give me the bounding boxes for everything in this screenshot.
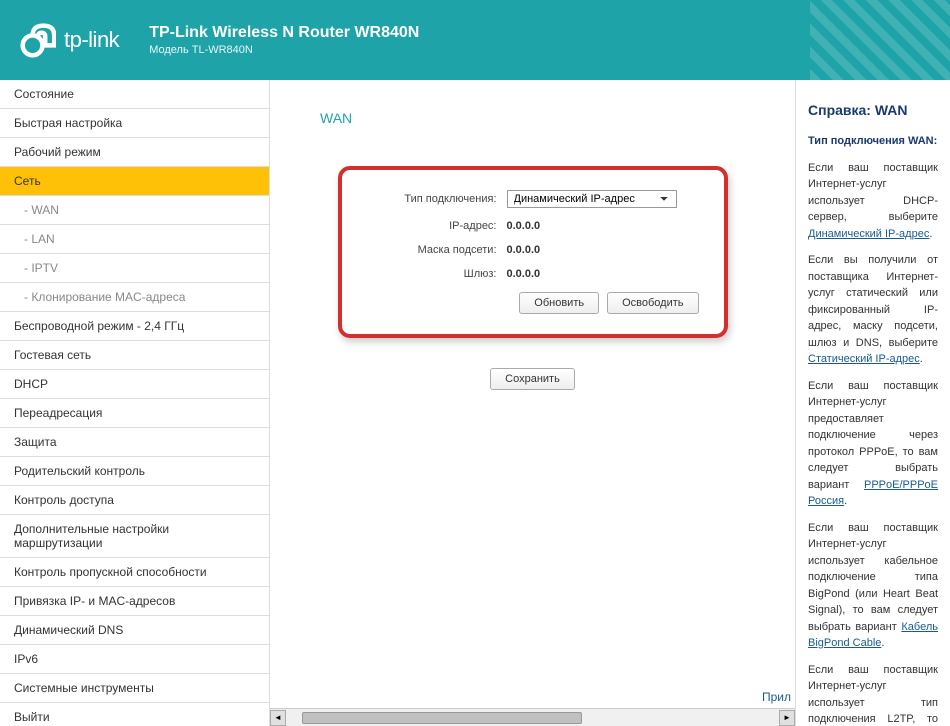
sidebar-item[interactable]: Привязка IP- и MAC-адресов [0,587,269,616]
sidebar-subitem[interactable]: - IPTV [0,254,269,283]
sidebar-subitem[interactable]: - Клонирование MAC-адреса [0,283,269,312]
header: tp-link TP-Link Wireless N Router WR840N… [0,0,950,80]
gateway-value: 0.0.0.0 [507,268,541,280]
scroll-right-arrow[interactable]: ► [779,710,795,726]
help-conn-label: Тип подключения WAN: [808,135,937,147]
help-link-static[interactable]: Статический IP-адрес [808,353,920,365]
refresh-button[interactable]: Обновить [519,292,599,314]
ip-label: IP-адрес: [357,220,507,232]
page-title: WAN [320,110,775,126]
sidebar-item[interactable]: Рабочий режим [0,138,269,167]
header-pattern [810,0,950,80]
logo: tp-link [20,22,119,58]
wan-form-box: Тип подключения: Динамический IP-адрес I… [338,166,728,338]
release-button[interactable]: Освободить [607,292,698,314]
sidebar-item[interactable]: Беспроводной режим - 2,4 ГГц [0,312,269,341]
save-button[interactable]: Сохранить [490,368,575,390]
sidebar-item[interactable]: Контроль доступа [0,486,269,515]
sidebar-subitem[interactable]: - LAN [0,225,269,254]
sidebar-item[interactable]: Контроль пропускной способности [0,558,269,587]
sidebar-item[interactable]: IPv6 [0,645,269,674]
sidebar-item[interactable]: Защита [0,428,269,457]
logo-text: tp-link [64,27,119,53]
partial-text: Прил [762,690,791,704]
help-panel: Справка: WAN Тип подключения WAN: Если в… [795,80,950,726]
sidebar-item[interactable]: Динамический DNS [0,616,269,645]
content-area: WAN Тип подключения: Динамический IP-адр… [270,80,795,726]
sidebar-item[interactable]: Системные инструменты [0,674,269,703]
help-link-dynamic[interactable]: Динамический IP-адрес [808,228,929,240]
header-title: TP-Link Wireless N Router WR840N [149,24,419,42]
sidebar-item[interactable]: Родительский контроль [0,457,269,486]
sidebar-item[interactable]: Сеть [0,167,269,196]
header-subtitle: Модель TL-WR840N [149,44,419,56]
gateway-label: Шлюз: [357,268,507,280]
horizontal-scrollbar[interactable]: ◄ ► [270,708,795,726]
sidebar-item[interactable]: Гостевая сеть [0,341,269,370]
sidebar-item[interactable]: Дополнительные настройки маршрутизации [0,515,269,558]
sidebar: СостояниеБыстрая настройкаРабочий режимС… [0,80,270,726]
sidebar-item[interactable]: Выйти [0,703,269,726]
sidebar-subitem[interactable]: - WAN [0,196,269,225]
sidebar-item[interactable]: Состояние [0,80,269,109]
help-title: Справка: WAN [808,100,938,121]
scroll-left-arrow[interactable]: ◄ [270,710,286,726]
conn-type-label: Тип подключения: [357,193,507,205]
sidebar-item[interactable]: Быстрая настройка [0,109,269,138]
sidebar-item[interactable]: Переадресация [0,399,269,428]
mask-label: Маска подсети: [357,244,507,256]
sidebar-item[interactable]: DHCP [0,370,269,399]
scroll-thumb[interactable] [302,712,582,724]
header-titles: TP-Link Wireless N Router WR840N Модель … [149,24,419,56]
tplink-logo-icon [20,22,56,58]
ip-value: 0.0.0.0 [507,220,541,232]
mask-value: 0.0.0.0 [507,244,541,256]
conn-type-select[interactable]: Динамический IP-адрес [507,190,677,208]
